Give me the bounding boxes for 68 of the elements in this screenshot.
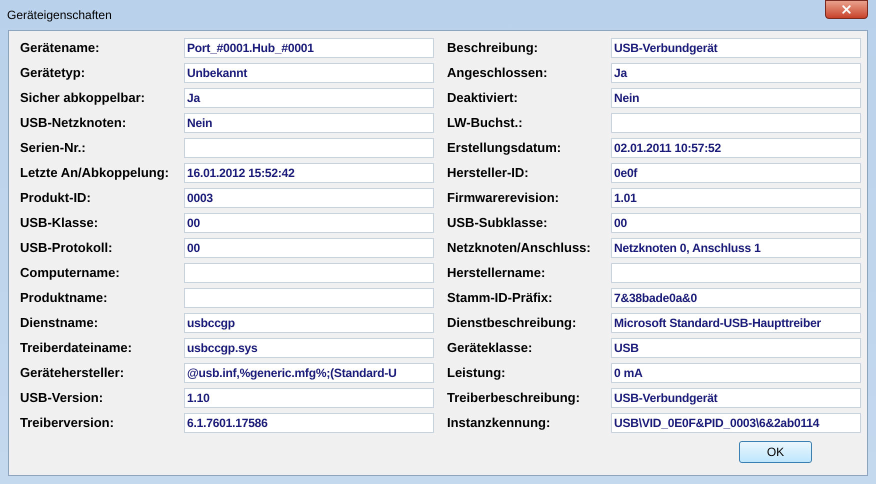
field-label: Instanzkennung: bbox=[447, 414, 552, 432]
value-field[interactable]: Microsoft Standard-USB-Haupttreiber bbox=[611, 312, 861, 332]
field-label: Geräteklasse: bbox=[447, 338, 534, 357]
value-field[interactable]: 1.10 bbox=[184, 388, 434, 408]
field-label: Beschreibung: bbox=[447, 38, 540, 57]
field-label: Letzte An/Abkoppelung: bbox=[20, 164, 170, 182]
value-field[interactable]: 6.1.7601.17586 bbox=[184, 412, 434, 432]
close-icon bbox=[840, 3, 853, 16]
value-field[interactable]: Nein bbox=[611, 88, 861, 108]
value-field[interactable] bbox=[184, 288, 434, 308]
value-field[interactable]: @usb.inf,%generic.mfg%;(Standard-U bbox=[184, 362, 434, 382]
value-field[interactable]: Port_#0001.Hub_#0001 bbox=[184, 38, 434, 58]
field-label: Firmwarerevision: bbox=[447, 188, 560, 207]
value-field[interactable]: Ja bbox=[611, 62, 861, 82]
field-label: Hersteller-ID: bbox=[447, 164, 530, 182]
value-field[interactable]: Unbekannt bbox=[184, 62, 434, 82]
field-label: USB-Subklasse: bbox=[447, 214, 548, 232]
field-label: Produktname: bbox=[20, 288, 108, 307]
field-label: Produkt-ID: bbox=[20, 188, 92, 207]
field-label: Dienstbeschreibung: bbox=[447, 314, 578, 332]
field-label: Herstellername: bbox=[447, 264, 546, 282]
value-field[interactable]: Netzknoten 0, Anschluss 1 bbox=[611, 238, 861, 258]
close-button[interactable] bbox=[825, 0, 868, 19]
value-field[interactable] bbox=[611, 262, 861, 282]
field-label: USB-Klasse: bbox=[20, 214, 100, 232]
value-field[interactable]: 0 mA bbox=[611, 362, 861, 382]
value-field[interactable]: 00 bbox=[184, 238, 434, 258]
ok-button[interactable]: OK bbox=[739, 441, 812, 463]
value-field[interactable]: Nein bbox=[184, 112, 434, 132]
value-field[interactable]: 16.01.2012 15:52:42 bbox=[184, 162, 434, 182]
window-title: Geräteigenschaften bbox=[7, 7, 112, 24]
field-label: Stamm-ID-Präfix: bbox=[447, 288, 554, 307]
value-field[interactable]: usbccgp.sys bbox=[184, 338, 434, 358]
field-label: Serien-Nr.: bbox=[20, 138, 87, 157]
value-field[interactable]: USB\VID_0E0F&PID_0003\6&2ab0114 bbox=[611, 412, 861, 432]
value-field[interactable]: USB-Verbundgerät bbox=[611, 388, 861, 408]
field-label: Deaktiviert: bbox=[447, 88, 519, 107]
field-label: USB-Protokoll: bbox=[20, 238, 114, 257]
value-field[interactable]: USB bbox=[611, 338, 861, 358]
field-label: Computername: bbox=[20, 264, 121, 282]
field-label: Gerätename: bbox=[20, 38, 100, 57]
field-label: Gerätehersteller: bbox=[20, 364, 126, 382]
field-label: Treiberdateiname: bbox=[20, 338, 133, 357]
value-field[interactable]: 02.01.2011 10:57:52 bbox=[611, 138, 861, 158]
field-label: Treiberversion: bbox=[20, 414, 115, 432]
field-label: Dienstname: bbox=[20, 314, 100, 332]
value-field[interactable]: Ja bbox=[184, 88, 434, 108]
field-label: Treiberbeschreibung: bbox=[447, 388, 581, 407]
value-field[interactable]: 1.01 bbox=[611, 188, 861, 208]
value-field[interactable]: 7&38bade0a&0 bbox=[611, 288, 861, 308]
value-field[interactable] bbox=[611, 112, 861, 132]
value-field[interactable] bbox=[184, 262, 434, 282]
field-label: Netzknoten/Anschluss: bbox=[447, 238, 592, 257]
field-label: Sicher abkoppelbar: bbox=[20, 88, 146, 107]
field-label: Erstellungsdatum: bbox=[447, 138, 562, 157]
field-label: Gerätetyp: bbox=[20, 64, 86, 82]
field-label: USB-Version: bbox=[20, 388, 104, 407]
value-field[interactable] bbox=[184, 138, 434, 158]
field-label: Leistung: bbox=[447, 364, 506, 382]
value-field[interactable]: 0003 bbox=[184, 188, 434, 208]
value-field[interactable]: usbccgp bbox=[184, 312, 434, 332]
value-field[interactable]: 00 bbox=[611, 212, 861, 232]
field-label: Angeschlossen: bbox=[447, 64, 548, 82]
field-label: USB-Netzknoten: bbox=[20, 114, 128, 132]
value-field[interactable]: USB-Verbundgerät bbox=[611, 38, 861, 58]
value-field[interactable]: 00 bbox=[184, 212, 434, 232]
value-field[interactable]: 0e0f bbox=[611, 162, 861, 182]
field-label: LW-Buchst.: bbox=[447, 114, 524, 132]
